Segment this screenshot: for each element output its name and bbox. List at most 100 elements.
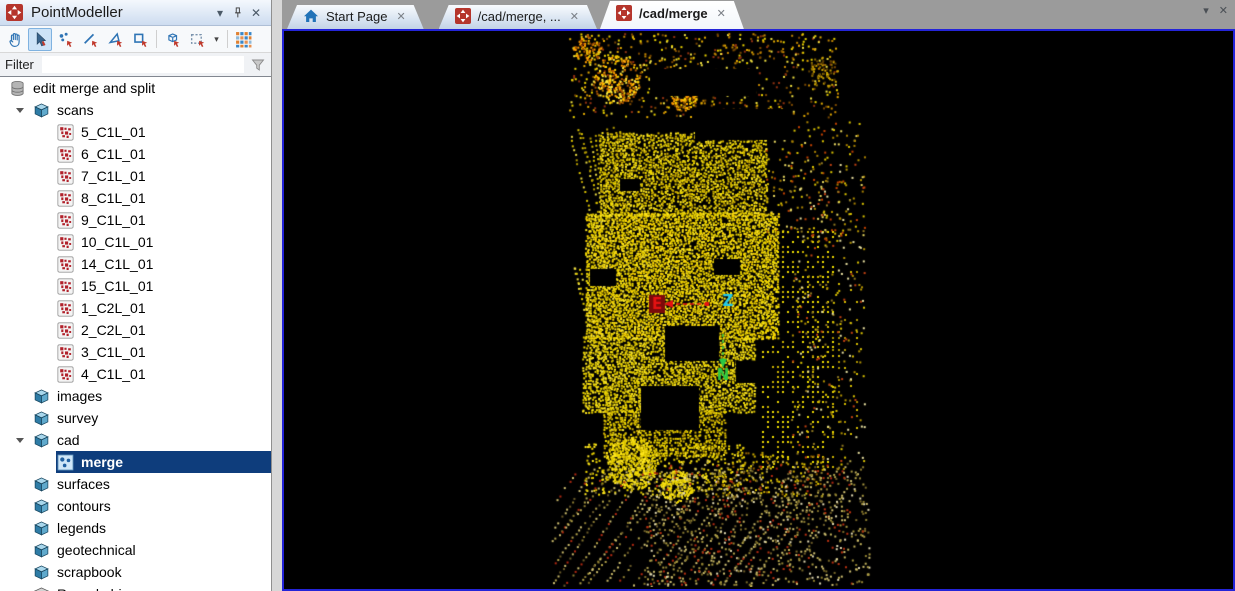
viewport-canvas[interactable] [284,31,1232,587]
panel-splitter[interactable] [272,0,282,591]
tree-item-15-c1l-01[interactable]: 15_C1L_01 [0,275,271,297]
tree-item-5-c1l-01[interactable]: 5_C1L_01 [0,121,271,143]
tab-close-icon[interactable]: ✕ [570,10,579,23]
tree-item-label: legends [57,520,107,536]
select-line-tool-button[interactable] [78,28,102,51]
filter-input[interactable] [41,56,244,73]
panel-collapse-icon[interactable]: ▾ [211,4,229,22]
tree-item-label: 8_C1L_01 [81,190,146,206]
tree-item-icon [57,189,74,207]
filter-label: Filter [5,57,34,72]
tree-item-scans[interactable]: scans [0,99,271,121]
tree-item-label: 15_C1L_01 [81,278,154,294]
tree-item-contours[interactable]: contours [0,495,271,517]
expander-icon[interactable] [8,107,32,113]
tree-item-label: images [57,388,103,404]
tree-item-7-c1l-01[interactable]: 7_C1L_01 [0,165,271,187]
tree-item-icon [57,454,74,471]
tree-item-icon [33,564,50,581]
tree-item-label: survey [57,410,99,426]
tab-bar: Start Page ✕ /cad/merge, ... ✕ /cad/merg… [282,0,1235,29]
tree-item-legends[interactable]: legends [0,517,271,539]
tree-item-recycle-bin[interactable]: Recycle bin [0,583,271,591]
tree-item-geotechnical[interactable]: geotechnical [0,539,271,561]
pin-icon[interactable] [229,4,247,22]
tree-item-label: cad [57,432,80,448]
tree-item-9-c1l-01[interactable]: 9_C1L_01 [0,209,271,231]
viewport [282,29,1235,591]
tree-item-label: 1_C2L_01 [81,300,146,316]
tree-item-label: scrapbook [57,564,122,580]
tree-item-merge[interactable]: merge [0,451,271,473]
tab--cad-merge[interactable]: /cad/merge ✕ [600,1,744,29]
tabgroup-close-icon[interactable]: ✕ [1219,4,1228,17]
marquee-select-tool-button[interactable] [185,28,209,51]
select-tool-button[interactable] [28,27,52,51]
tree-item-14-c1l-01[interactable]: 14_C1L_01 [0,253,271,275]
tree-item-label: 2_C2L_01 [81,322,146,338]
filter-funnel-icon [250,57,266,73]
panel-titlebar: PointModeller ▾ ✕ [0,0,271,26]
filter-row: Filter [0,53,271,76]
tree-item-label: 9_C1L_01 [81,212,146,228]
tree-item-label: Recycle bin [50,586,129,591]
tab-icon [455,8,471,24]
panel-toolbar: ▾ [0,26,271,53]
tree-item-2-c2l-01[interactable]: 2_C2L_01 [0,319,271,341]
tree-item-8-c1l-01[interactable]: 8_C1L_01 [0,187,271,209]
tree-item-icon [33,432,50,449]
panel-close-icon[interactable]: ✕ [247,4,265,22]
tree-item-10-c1l-01[interactable]: 10_C1L_01 [0,231,271,253]
tab--cad-merge-[interactable]: /cad/merge, ... ✕ [439,5,597,29]
tab-start-page[interactable]: Start Page ✕ [287,5,424,29]
toolbar-separator [227,30,228,48]
tree-item-edit-merge-and-split[interactable]: edit merge and split [0,77,271,99]
tree-item-label: 5_C1L_01 [81,124,146,140]
tab-icon [616,5,632,21]
tree-item-icon [33,476,50,493]
tree-item-label: surfaces [57,476,110,492]
tree-item-icon [57,365,74,383]
tab-close-icon[interactable]: ✕ [396,10,405,23]
tree-item-scrapbook[interactable]: scrapbook [0,561,271,583]
tree-item-icon [33,586,50,591]
tab-label: /cad/merge [638,5,708,21]
tree-item-icon [57,211,74,229]
pan-tool-button[interactable] [3,28,27,51]
tree-item-icon [57,343,74,361]
tree-item-cad[interactable]: cad [0,429,271,451]
select-rectangle-tool-button[interactable] [128,28,152,51]
select-polygon-tool-button[interactable] [103,28,127,51]
tree-item-icon [57,255,74,273]
tree-item-label: 10_C1L_01 [81,234,154,250]
pattern-tool-button[interactable] [231,28,255,51]
tree-item-label: 3_C1L_01 [81,344,146,360]
tree-item-survey[interactable]: survey [0,407,271,429]
main-area: Start Page ✕ /cad/merge, ... ✕ /cad/merg… [282,0,1235,591]
tree-item-icon [9,80,26,97]
project-tree: edit merge and split scans 5_C1L_01 6_C1… [0,76,271,591]
tree-item-icon [33,520,50,537]
tab-scroll-icon[interactable]: ▾ [1203,4,1209,17]
tree-item-icon [57,321,74,339]
toolbar-separator [156,30,157,48]
tree-item-1-c2l-01[interactable]: 1_C2L_01 [0,297,271,319]
tree-item-icon [57,277,74,295]
select-cube-tool-button[interactable] [160,28,184,51]
tree-item-surfaces[interactable]: surfaces [0,473,271,495]
tree-item-icon [33,410,50,427]
tree-item-images[interactable]: images [0,385,271,407]
tree-item-icon [33,102,50,119]
tree-item-4-c1l-01[interactable]: 4_C1L_01 [0,363,271,385]
marquee-select-tool-dropdown-icon[interactable]: ▾ [210,28,223,51]
tree-item-icon [57,299,74,317]
tree-item-icon [57,145,74,163]
app-window: PointModeller ▾ ✕ ▾ Filter edit merge an… [0,0,1235,591]
tree-item-3-c1l-01[interactable]: 3_C1L_01 [0,341,271,363]
tree-item-6-c1l-01[interactable]: 6_C1L_01 [0,143,271,165]
select-points-tool-button[interactable] [53,28,77,51]
expander-icon[interactable] [8,437,32,443]
tree-item-label: 4_C1L_01 [81,366,146,382]
tab-close-icon[interactable]: ✕ [717,7,726,20]
tree-item-icon [57,123,74,141]
